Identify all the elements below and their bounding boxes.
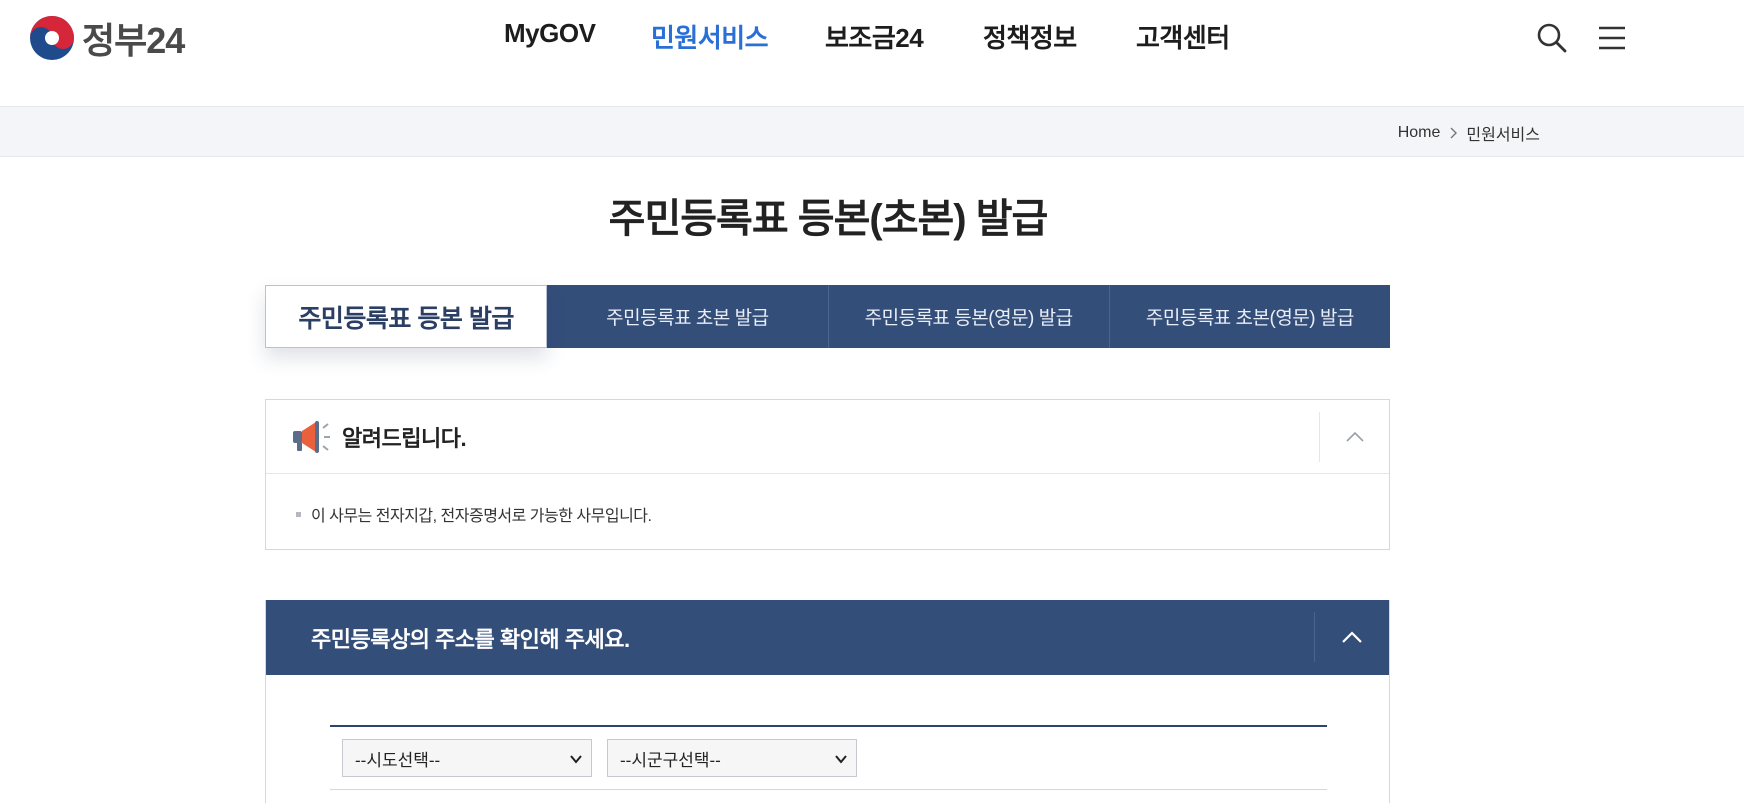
breadcrumb-home[interactable]: Home bbox=[1398, 124, 1441, 142]
nav-item-policy-info[interactable]: 정책정보 bbox=[983, 18, 1077, 55]
tab-resident-copy[interactable]: 주민등록표 등본 발급 bbox=[265, 285, 548, 348]
divider bbox=[330, 789, 1327, 790]
megaphone-icon bbox=[293, 420, 330, 453]
tab-resident-abstract-english[interactable]: 주민등록표 초본(영문) 발급 bbox=[1109, 285, 1390, 348]
notice-header: 알려드립니다. bbox=[266, 400, 1389, 474]
chevron-up-icon bbox=[1345, 431, 1364, 442]
sigungu-select[interactable]: --시군구선택-- bbox=[607, 739, 857, 777]
sido-select-value: --시도선택-- bbox=[355, 750, 441, 770]
address-section: 주민등록상의 주소를 확인해 주세요. --시도선택-- --시군구선택-- bbox=[265, 600, 1390, 803]
page-title: 주민등록표 등본(초본) 발급 bbox=[608, 197, 1049, 241]
notice-collapse-button[interactable] bbox=[1319, 412, 1389, 462]
notice-title: 알려드립니다. bbox=[342, 425, 467, 451]
address-header: 주민등록상의 주소를 확인해 주세요. bbox=[266, 600, 1389, 675]
chevron-up-icon bbox=[1342, 631, 1362, 643]
notice-item: 이 사무는 전자지갑, 전자증명서로 가능한 사무입니다. bbox=[266, 474, 1389, 526]
tab-resident-abstract[interactable]: 주민등록표 초본 발급 bbox=[547, 285, 829, 348]
bullet bbox=[296, 511, 301, 517]
divider bbox=[330, 725, 1327, 727]
nav-item-civil-service[interactable]: 민원서비스 bbox=[651, 18, 769, 55]
sido-select[interactable]: --시도선택-- bbox=[342, 739, 592, 777]
breadcrumb: Home 민원서비스 bbox=[1398, 121, 1540, 145]
nav-item-subsidy24[interactable]: 보조금24 bbox=[825, 18, 924, 55]
issue-tabs: 주민등록표 등본 발급 주민등록표 초본 발급 주민등록표 등본(영문) 발급 … bbox=[265, 285, 1390, 348]
breadcrumb-bar: Home 민원서비스 bbox=[0, 107, 1744, 157]
tab-resident-copy-english[interactable]: 주민등록표 등본(영문) 발급 bbox=[828, 285, 1110, 348]
notice-box: 알려드립니다. 이 사무는 전자지갑, 전자증명서로 가능한 사무입니다. bbox=[265, 399, 1390, 550]
notice-item-text: 이 사무는 전자지갑, 전자증명서로 가능한 사무입니다. bbox=[311, 508, 652, 525]
main-nav: MyGOV 민원서비스 보조금24 정책정보 고객센터 bbox=[0, 18, 1744, 58]
address-title: 주민등록상의 주소를 확인해 주세요. bbox=[311, 626, 630, 652]
address-collapse-button[interactable] bbox=[1314, 612, 1389, 662]
breadcrumb-current[interactable]: 민원서비스 bbox=[1466, 121, 1540, 145]
chevron-down-icon bbox=[570, 755, 582, 764]
chevron-right-icon bbox=[1450, 127, 1458, 139]
menu-icon[interactable] bbox=[1594, 20, 1630, 56]
nav-item-mygov[interactable]: MyGOV bbox=[504, 18, 596, 49]
chevron-down-icon bbox=[835, 755, 847, 764]
sigungu-select-value: --시군구선택-- bbox=[620, 750, 721, 770]
search-icon[interactable] bbox=[1534, 20, 1570, 56]
nav-item-customer-center[interactable]: 고객센터 bbox=[1136, 18, 1230, 55]
site-header: 정부24 MyGOV 민원서비스 보조금24 정책정보 고객센터 bbox=[0, 0, 1744, 107]
